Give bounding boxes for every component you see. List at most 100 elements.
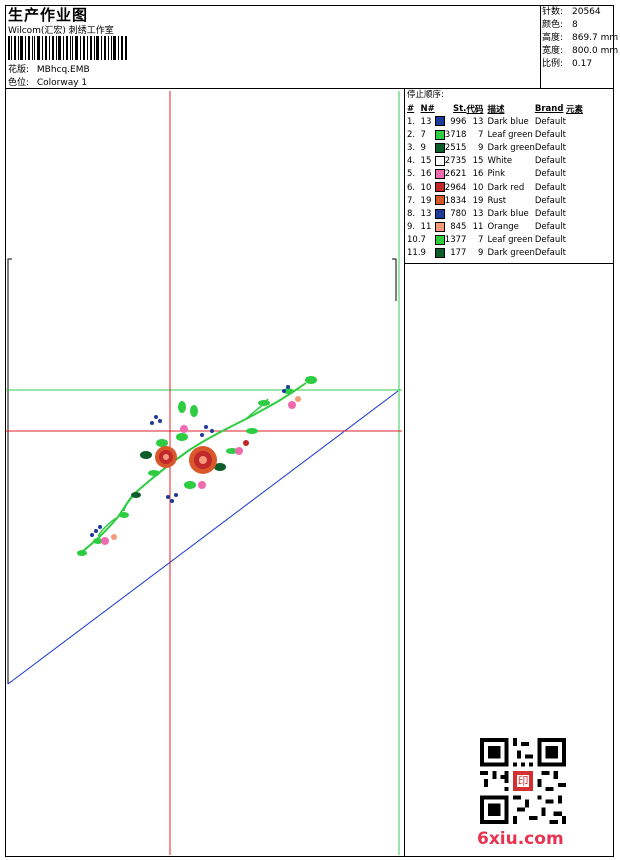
row-code: 16	[472, 169, 484, 180]
row-brand: Default	[534, 182, 566, 193]
stitch-count-value: 20564	[572, 7, 601, 17]
qr-stamp-text: 印	[518, 775, 529, 788]
row-index: 5.	[407, 169, 416, 180]
studio-name: Wilcom(汇宏) 刺绣工作室	[8, 26, 114, 36]
table-row: 6. 10 2964 10 Dark red Default	[407, 181, 583, 194]
row-stitches: 845	[450, 222, 467, 233]
row-swatch	[434, 155, 445, 168]
color-swatch	[434, 142, 445, 153]
col-code: 代码	[466, 104, 484, 115]
design-file-row: 花版: MBhcq.EMB	[8, 62, 90, 75]
row-needle: 9	[420, 248, 426, 259]
row-index: 4.	[407, 156, 416, 167]
table-row: 2. 7 3718 7 Leaf green Default	[407, 128, 583, 141]
colorway-value: Colorway 1	[36, 78, 88, 88]
row-code: 10	[472, 182, 484, 193]
col-description: 描述	[487, 104, 505, 115]
table-row: 10. 7 1377 7 Leaf green Default	[407, 234, 583, 247]
header-divider	[5, 88, 614, 89]
row-description: Pink	[487, 169, 506, 180]
stats-divider	[540, 5, 541, 89]
row-index: 3.	[407, 142, 416, 153]
watermark: 6xiu.com	[477, 829, 564, 849]
table-row: 1. 13 996 13 Dark blue Default	[407, 115, 583, 128]
row-stitches: 780	[450, 208, 467, 219]
row-needle: 13	[420, 208, 432, 219]
row-brand: Default	[534, 235, 566, 246]
row-index: 10.	[407, 235, 421, 246]
row-code: 15	[472, 156, 484, 167]
table-bottom-divider	[404, 263, 614, 264]
color-swatch	[434, 129, 445, 140]
barcode	[8, 36, 127, 60]
row-swatch	[434, 128, 445, 141]
colorway-row: 色位: Colorway 1	[8, 75, 87, 88]
color-count-value: 8	[572, 20, 578, 30]
row-description: Dark green	[487, 142, 535, 153]
scale-value: 0.17	[572, 59, 593, 69]
page-title: 生产作业图	[8, 6, 89, 24]
row-swatch	[434, 168, 445, 181]
stitch-count-label: 针数:	[542, 7, 564, 17]
table-divider	[404, 88, 405, 857]
design-canvas	[6, 91, 402, 855]
row-swatch	[434, 234, 445, 247]
stats-panel: 针数: 20564 颜色: 8 高度: 869.7 mm 宽度: 800.0 mm 比例…	[542, 6, 618, 71]
row-stitches: 2515	[444, 142, 467, 153]
row-brand: Default	[534, 222, 566, 233]
col-element: 元素	[565, 104, 583, 115]
design-file-label: 花版:	[8, 65, 30, 75]
table-row: 11. 9 177 9 Dark green Default	[407, 247, 583, 260]
table-body: 1. 13 996 13 Dark blue Default 2. 7 3718 7 Leaf gr…	[407, 115, 583, 260]
row-index: 8.	[407, 208, 416, 219]
row-needle: 7	[420, 235, 426, 246]
row-stitches: 3718	[444, 129, 467, 140]
col-index: #	[407, 103, 415, 114]
row-brand: Default	[534, 208, 566, 219]
row-code: 13	[472, 116, 484, 127]
row-code: 9	[478, 248, 484, 259]
row-stitches: 1377	[444, 235, 467, 246]
width-value: 800.0 mm	[572, 46, 619, 56]
col-swatch	[435, 102, 445, 115]
color-swatch	[434, 182, 445, 193]
row-brand: Default	[534, 156, 566, 167]
row-index: 7.	[407, 195, 416, 206]
row-swatch	[434, 115, 445, 128]
row-code: 19	[472, 195, 484, 206]
row-stitches: 2621	[444, 169, 467, 180]
row-stitches: 2964	[444, 182, 467, 193]
embroidery-floral-motif	[77, 376, 317, 556]
row-needle: 19	[420, 195, 432, 206]
row-index: 2.	[407, 129, 416, 140]
row-brand: Default	[534, 129, 566, 140]
row-code: 11	[472, 222, 484, 233]
table-row: 5. 16 2621 16 Pink Default	[407, 168, 583, 181]
table-row: 9. 11 845 11 Orange Default	[407, 221, 583, 234]
row-index: 1.	[407, 116, 416, 127]
table-row: 4. 15 2735 15 White Default	[407, 155, 583, 168]
row-code: 9	[478, 142, 484, 153]
color-swatch	[434, 221, 445, 232]
row-brand: Default	[534, 142, 566, 153]
row-brand: Default	[534, 169, 566, 180]
width-label: 宽度:	[542, 46, 564, 56]
row-needle: 9	[420, 142, 426, 153]
table-header-row: # N# St. 代码 描述 Brand 元素	[407, 102, 583, 115]
row-description: Leaf green	[487, 129, 533, 140]
row-description: Leaf green	[487, 235, 533, 246]
table-row: 7. 19 1834 19 Rust Default	[407, 194, 583, 207]
row-needle: 13	[420, 116, 432, 127]
row-description: Rust	[487, 195, 507, 206]
col-needle: N#	[420, 103, 435, 114]
stop-sequence-table: # N# St. 代码 描述 Brand 元素 1. 13 996 13 Dark bl…	[407, 102, 583, 260]
row-needle: 7	[420, 129, 426, 140]
row-code: 13	[472, 208, 484, 219]
row-stitches: 996	[450, 116, 467, 127]
color-swatch	[434, 169, 445, 180]
row-swatch	[434, 221, 445, 234]
row-description: Orange	[487, 222, 519, 233]
row-description: Dark green	[487, 248, 535, 259]
row-needle: 11	[420, 222, 432, 233]
col-stitches: St.	[453, 103, 467, 114]
